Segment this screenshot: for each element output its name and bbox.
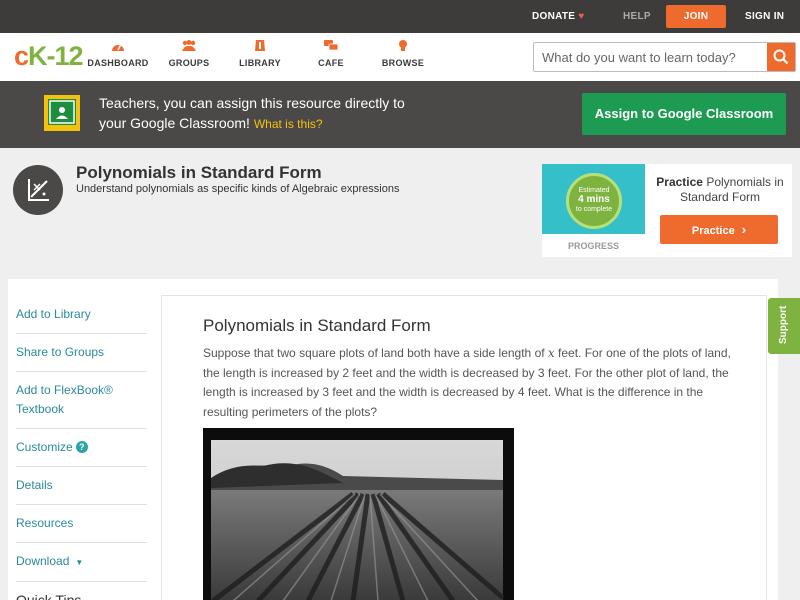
lesson-title: Polynomials in Standard Form [203,316,431,335]
library-icon [255,40,265,51]
nav-browse[interactable]: BROWSE [380,39,426,68]
search-button[interactable] [767,43,795,71]
logo-dash: - [46,41,56,71]
nav-library[interactable]: LIBRARY [237,39,283,68]
lesson-text: Suppose that two square plots of land bo… [203,344,731,422]
support-label: Support [778,305,789,344]
resources-link[interactable]: Resources [16,505,147,543]
chevron-right-icon: › [741,222,747,237]
customize-link[interactable]: Customize? [16,429,147,467]
details-link[interactable]: Details [16,467,147,505]
logo-c: c [14,41,29,71]
search-input[interactable] [534,43,768,71]
customize-label: Customize [16,440,73,454]
join-button[interactable]: JOIN [666,5,726,28]
practice-button-label: Practice [691,225,735,237]
nav-library-label: LIBRARY [239,58,281,68]
banner-message: Teachers, you can assign this resource d… [99,93,559,134]
nav-dashboard[interactable]: DASHBOARD [87,39,149,68]
concept-title: Polynomials in Standard Form [76,163,322,182]
practice-title: Practice Polynomials in Standard Form [651,175,789,205]
top-utility-bar: DONATE ♥ HELP JOIN SIGN IN [0,0,800,33]
main-nav: cK-12 DASHBOARD GROUPS LIBRARY CAFE BROW… [0,33,800,81]
nav-cafe-label: CAFE [318,58,344,68]
main-content: Polynomials in Standard Form Suppose tha… [150,279,778,600]
google-classroom-banner: Teachers, you can assign this resource d… [0,81,800,148]
side-menu: Add to Library Share to Groups Add to Fl… [16,296,147,600]
progress-label: PROGRESS [567,241,619,251]
donate-label: DONATE [532,11,576,22]
practice-card: Estimated 4 mins to complete PROGRESS Pr… [542,164,792,257]
groups-icon [182,40,196,51]
google-classroom-board [48,99,76,125]
nav-groups-label: GROUPS [168,58,210,68]
practice-panel: Practice Polynomials in Standard Form Pr… [645,164,792,257]
logo-12: 12 [54,41,84,71]
what-is-this-link[interactable]: What is this? [254,117,323,131]
download-dropdown[interactable]: Download ▼ [16,543,147,582]
caret-down-icon: ▼ [75,558,84,567]
assign-to-google-classroom-button[interactable]: Assign to Google Classroom [582,93,786,135]
heart-icon: ♥ [578,11,585,22]
nav-dashboard-label: DASHBOARD [87,58,149,68]
estimated-label: Estimated [578,187,610,194]
nav-groups[interactable]: GROUPS [165,39,213,68]
search-box [533,42,796,72]
variable-x: x [547,346,555,360]
donate-link[interactable]: DONATE ♥ [532,0,585,33]
nav-browse-label: BROWSE [381,58,425,68]
to-complete-label: to complete [575,206,613,213]
download-label: Download [16,554,70,568]
share-to-groups-link[interactable]: Share to Groups [16,334,147,372]
support-tab[interactable]: Support [768,298,800,354]
ck12-logo[interactable]: cK-12 [14,41,84,72]
quick-tips-heading: Quick Tips [16,592,82,600]
practice-title-bold: Practice [656,175,703,189]
lightbulb-icon [399,40,407,51]
progress-panel: Estimated 4 mins to complete PROGRESS [542,164,645,257]
cafe-chat-icon [324,40,339,51]
concept-subtitle: Understand polynomials as specific kinds… [76,183,400,195]
sign-in-link[interactable]: SIGN IN [745,0,784,33]
concept-graph-icon [13,165,63,215]
practice-button[interactable]: Practice › [660,215,778,244]
banner-line-2: your Google Classroom! [99,115,250,131]
nav-cafe[interactable]: CAFE [314,39,348,68]
field-photo-image [203,428,514,600]
add-to-library-link[interactable]: Add to Library [16,296,147,334]
help-question-icon[interactable]: ? [75,441,88,453]
logo-k: K [28,41,47,71]
search-icon [773,49,789,65]
help-link[interactable]: HELP [623,0,651,33]
lesson-text-part-1: Suppose that two square plots of land bo… [203,346,545,360]
lesson-card: Polynomials in Standard Form Suppose tha… [161,295,767,600]
estimated-time-badge: Estimated 4 mins to complete [566,173,622,229]
banner-line-1: Teachers, you can assign this resource d… [99,95,405,111]
google-classroom-icon [44,95,80,131]
dashboard-icon [112,43,124,51]
estimated-minutes: 4 mins [578,194,610,205]
side-panel: Add to Library Share to Groups Add to Fl… [8,279,150,600]
add-to-flexbook-link[interactable]: Add to FlexBook® Textbook [16,372,147,429]
field-photo [203,428,514,600]
